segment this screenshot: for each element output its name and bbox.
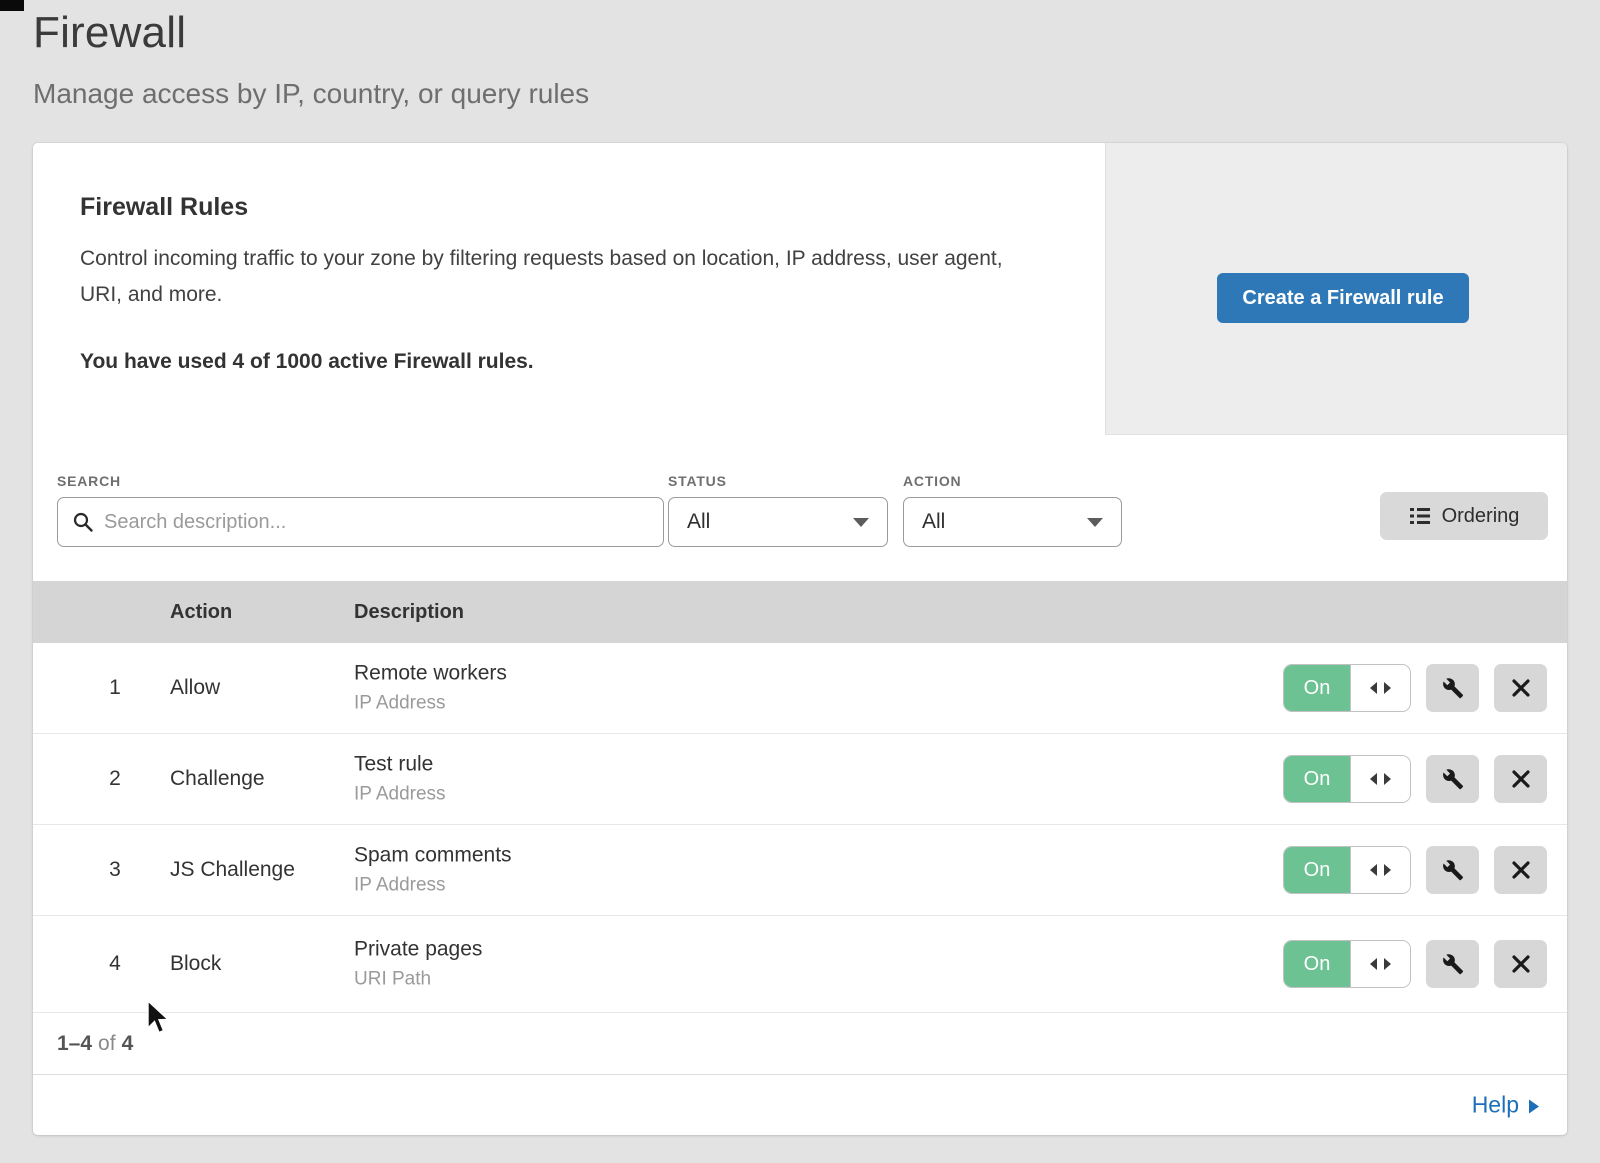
edit-rule-button[interactable] [1426,755,1479,803]
chevron-down-icon [853,518,869,527]
column-header-description: Description [354,601,464,624]
rule-action: Block [170,952,221,976]
rule-description: Test rule [354,753,446,777]
help-link[interactable]: Help [1472,1092,1539,1119]
create-rule-panel: Create a Firewall rule [1105,143,1567,435]
intro-section: Firewall Rules Control incoming traffic … [33,143,1105,435]
close-icon [1512,955,1530,973]
rule-enabled-toggle[interactable]: On [1283,755,1411,803]
wrench-icon [1442,768,1464,790]
triangle-right-icon [1529,1099,1539,1113]
firewall-page: Firewall Manage access by IP, country, o… [0,0,1600,1163]
delete-rule-button[interactable] [1494,940,1547,988]
rule-priority: 1 [93,676,137,700]
pagination-of: of [98,1032,116,1055]
rule-enabled-toggle[interactable]: On [1283,940,1411,988]
column-header-action: Action [170,601,232,624]
section-description: Control incoming traffic to your zone by… [80,241,1025,313]
rule-match-field: IP Address [354,875,512,897]
page-title: Firewall [33,8,186,58]
close-icon [1512,770,1530,788]
pagination-summary: 1–4 of 4 [57,1032,133,1056]
delete-rule-button[interactable] [1494,755,1547,803]
status-select[interactable]: All [668,497,888,547]
pagination-range: 1–4 [57,1032,92,1055]
section-heading: Firewall Rules [80,193,248,222]
pagination-row: 1–4 of 4 [33,1013,1567,1075]
search-input[interactable] [104,511,649,534]
table-row: 4 Block Private pages URI Path On [33,916,1567,1013]
toggle-handle-icon[interactable] [1350,756,1410,802]
toggle-handle-icon[interactable] [1350,665,1410,711]
help-link-label: Help [1472,1092,1519,1119]
status-selected-value: All [687,510,710,534]
pagination-total: 4 [122,1032,134,1055]
table-row: 3 JS Challenge Spam comments IP Address … [33,825,1567,916]
search-icon [72,511,94,533]
table-row: 1 Allow Remote workers IP Address On [33,643,1567,734]
action-selected-value: All [922,510,945,534]
filters-bar: SEARCH STATUS All ACTION All [33,435,1567,581]
rule-description: Private pages [354,938,482,962]
rule-match-field: URI Path [354,969,482,991]
rule-match-field: IP Address [354,693,507,715]
table-header: Action Description [33,581,1567,643]
wrench-icon [1442,859,1464,881]
chevron-down-icon [1087,518,1103,527]
edit-rule-button[interactable] [1426,664,1479,712]
rule-match-field: IP Address [354,784,446,806]
toggle-handle-icon[interactable] [1350,941,1410,987]
search-label: SEARCH [57,473,121,489]
capture-artifact [0,0,24,11]
rule-description: Spam comments [354,844,512,868]
wrench-icon [1442,953,1464,975]
ordering-button[interactable]: Ordering [1380,492,1548,540]
rule-enabled-toggle[interactable]: On [1283,846,1411,894]
edit-rule-button[interactable] [1426,940,1479,988]
edit-rule-button[interactable] [1426,846,1479,894]
action-label: ACTION [903,473,961,489]
toggle-on-label: On [1284,941,1350,987]
rule-enabled-toggle[interactable]: On [1283,664,1411,712]
card-footer: Help [33,1075,1567,1135]
search-box[interactable] [57,497,664,547]
close-icon [1512,679,1530,697]
toggle-on-label: On [1284,756,1350,802]
delete-rule-button[interactable] [1494,664,1547,712]
action-select[interactable]: All [903,497,1122,547]
page-subtitle: Manage access by IP, country, or query r… [33,78,589,110]
close-icon [1512,861,1530,879]
delete-rule-button[interactable] [1494,846,1547,894]
status-label: STATUS [668,473,727,489]
ordering-button-label: Ordering [1442,505,1520,528]
toggle-handle-icon[interactable] [1350,847,1410,893]
list-icon [1409,506,1431,526]
rule-action: Allow [170,676,220,700]
rule-priority: 3 [93,858,137,882]
toggle-on-label: On [1284,665,1350,711]
wrench-icon [1442,677,1464,699]
table-row: 2 Challenge Test rule IP Address On [33,734,1567,825]
rule-description: Remote workers [354,662,507,686]
toggle-on-label: On [1284,847,1350,893]
rule-action: JS Challenge [170,858,295,882]
rule-priority: 2 [93,767,137,791]
create-firewall-rule-button[interactable]: Create a Firewall rule [1217,273,1469,323]
rule-action: Challenge [170,767,265,791]
usage-summary: You have used 4 of 1000 active Firewall … [80,350,534,374]
firewall-rules-card: Firewall Rules Control incoming traffic … [33,143,1567,1135]
rule-priority: 4 [93,952,137,976]
